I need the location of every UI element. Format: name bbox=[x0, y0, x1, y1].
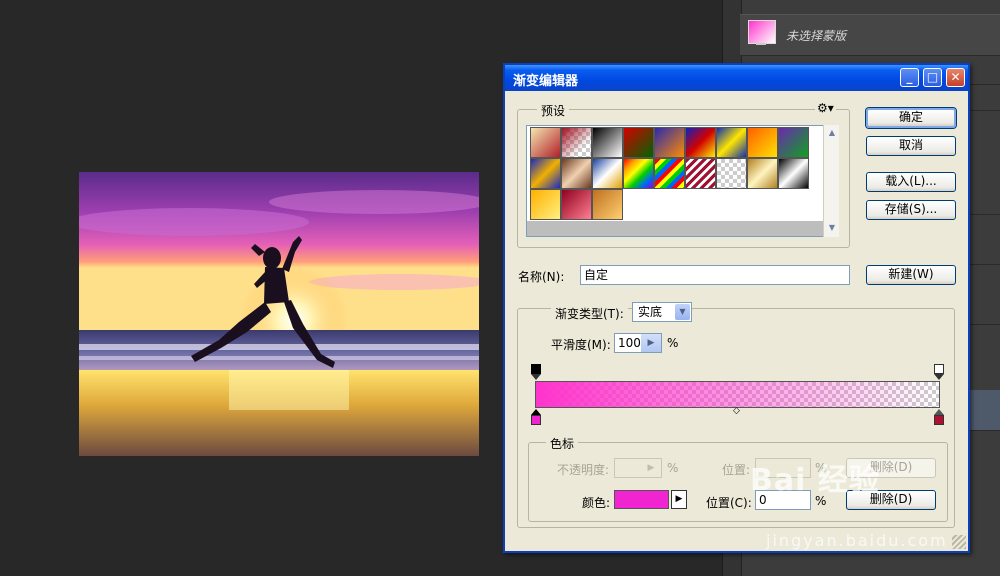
opacity-stop-start[interactable] bbox=[531, 364, 541, 374]
preset-swatch[interactable] bbox=[561, 158, 592, 189]
baidu-watermark-logo: Bai 经验 bbox=[750, 463, 880, 498]
name-label: 名称(N): bbox=[518, 270, 565, 284]
preset-swatch[interactable] bbox=[716, 158, 747, 189]
gear-icon[interactable]: ⚙▾ bbox=[815, 101, 836, 115]
preset-swatch[interactable] bbox=[623, 127, 654, 158]
cancel-button[interactable]: 取消 bbox=[866, 136, 956, 156]
preset-swatch[interactable] bbox=[685, 127, 716, 158]
preset-swatch[interactable] bbox=[592, 127, 623, 158]
sunset-beach-photo bbox=[79, 172, 479, 456]
layer-mask-thumbnail[interactable] bbox=[748, 20, 776, 44]
close-icon: ✕ bbox=[950, 70, 961, 84]
preset-swatch[interactable] bbox=[530, 189, 561, 220]
color-stop-swatch[interactable] bbox=[614, 490, 669, 509]
layer-name: 未选择蒙版 bbox=[786, 29, 847, 43]
layer-mask-row[interactable]: 未选择蒙版 bbox=[740, 14, 1000, 56]
gradient-type-label: 渐变类型(T): bbox=[551, 305, 628, 322]
ok-button[interactable]: 确定 bbox=[866, 108, 956, 128]
preset-swatch-grid bbox=[526, 125, 838, 237]
presets-label: 预设 bbox=[537, 102, 570, 119]
color-stop-start[interactable] bbox=[531, 415, 541, 425]
preset-swatch[interactable] bbox=[747, 158, 778, 189]
preset-swatch[interactable] bbox=[592, 158, 623, 189]
canvas-image[interactable] bbox=[79, 172, 479, 456]
maximize-button[interactable]: □ bbox=[923, 68, 942, 87]
baidu-watermark-url: jingyan.baidu.com bbox=[766, 531, 948, 550]
resize-grip-icon[interactable] bbox=[952, 535, 966, 549]
gradient-type-select[interactable]: 实底 ▼ bbox=[632, 302, 692, 322]
preset-swatch[interactable] bbox=[747, 127, 778, 158]
opacity-label: 不透明度: bbox=[557, 463, 610, 477]
stop-pointer-icon bbox=[531, 374, 541, 380]
stop-pointer-icon bbox=[934, 374, 944, 380]
preset-swatch[interactable] bbox=[530, 127, 561, 158]
preset-swatch[interactable] bbox=[685, 158, 716, 189]
preset-empty-area bbox=[527, 221, 837, 236]
preset-swatch[interactable] bbox=[561, 189, 592, 220]
color-position-label: 位置(C): bbox=[706, 496, 752, 510]
color-stops-label: 色标 bbox=[546, 435, 579, 452]
dialog-title: 渐变编辑器 bbox=[513, 74, 579, 89]
chevron-down-icon[interactable]: ▼ bbox=[675, 304, 690, 320]
smoothness-percent: % bbox=[667, 336, 679, 350]
scroll-up-icon[interactable]: ▲ bbox=[825, 126, 839, 140]
preset-swatch[interactable] bbox=[716, 127, 747, 158]
close-button[interactable]: ✕ bbox=[946, 68, 965, 87]
preset-swatch[interactable] bbox=[778, 158, 809, 189]
minimize-icon: _ bbox=[906, 70, 913, 84]
save-button[interactable]: 存储(S)... bbox=[866, 200, 956, 220]
preset-swatch[interactable] bbox=[530, 158, 561, 189]
gradient-preview-bar[interactable] bbox=[535, 381, 940, 408]
smoothness-label: 平滑度(M): bbox=[551, 338, 611, 352]
opacity-stop-end[interactable] bbox=[934, 364, 944, 374]
preset-swatch[interactable] bbox=[654, 127, 685, 158]
preset-scrollbar[interactable]: ▲ ▼ bbox=[823, 125, 839, 237]
preset-swatch[interactable] bbox=[592, 189, 623, 220]
gradient-type-value: 实底 bbox=[638, 305, 663, 319]
preset-swatch[interactable] bbox=[623, 158, 654, 189]
monitor-base-icon bbox=[756, 43, 766, 45]
scroll-down-icon[interactable]: ▼ bbox=[825, 221, 839, 235]
opacity-position-label: 位置: bbox=[722, 463, 751, 477]
preset-swatch[interactable] bbox=[561, 127, 592, 158]
new-button[interactable]: 新建(W) bbox=[866, 265, 956, 285]
smoothness-value: 100 bbox=[618, 336, 641, 350]
name-input[interactable]: 自定 bbox=[580, 265, 850, 285]
preset-swatch[interactable] bbox=[654, 158, 685, 189]
minimize-button[interactable]: _ bbox=[900, 68, 919, 87]
color-stop-end[interactable] bbox=[934, 415, 944, 425]
midpoint-diamond-icon[interactable]: ◇ bbox=[733, 406, 740, 416]
color-label: 颜色: bbox=[582, 496, 611, 510]
preset-swatch[interactable] bbox=[778, 127, 809, 158]
opacity-percent: % bbox=[667, 461, 679, 475]
dialog-titlebar[interactable]: 渐变编辑器 _ □ ✕ bbox=[505, 65, 968, 91]
load-button[interactable]: 载入(L)... bbox=[866, 172, 956, 192]
color-menu-arrow-icon[interactable]: ▶ bbox=[671, 490, 687, 509]
smoothness-arrow-icon[interactable]: ▶ bbox=[641, 334, 661, 352]
maximize-icon: □ bbox=[926, 70, 939, 84]
opacity-arrow-icon[interactable]: ▶ bbox=[641, 459, 661, 477]
